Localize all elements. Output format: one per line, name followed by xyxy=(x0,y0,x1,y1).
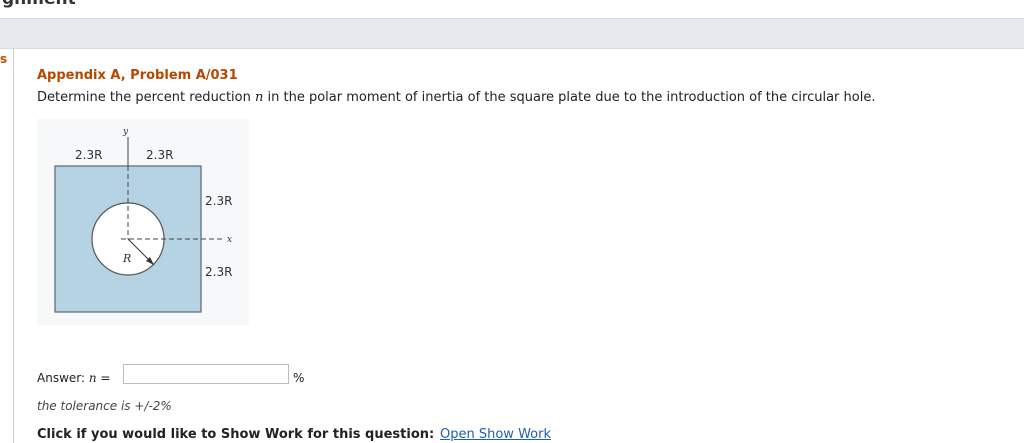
answer-input[interactable] xyxy=(123,364,289,384)
label-top-left: 2.3R xyxy=(75,148,102,162)
question-text-after: in the polar moment of inertia of the sq… xyxy=(263,90,876,105)
axis-x-label: x xyxy=(227,235,232,245)
plate-diagram: 2.3R 2.3R 2.3R 2.3R R y x xyxy=(37,119,249,325)
problem-figure: 2.3R 2.3R 2.3R 2.3R R y x xyxy=(37,119,249,325)
page-title-cut: gnment xyxy=(2,0,76,9)
answer-label-suffix: = xyxy=(96,371,111,385)
axis-y-label: y xyxy=(122,127,129,137)
side-marker: s xyxy=(0,52,8,66)
question-text-before: Determine the percent reduction xyxy=(37,90,255,105)
show-work-label: Click if you would like to Show Work for… xyxy=(37,427,435,442)
open-show-work-link[interactable]: Open Show Work xyxy=(440,427,551,442)
tolerance-note: the tolerance is +/-2% xyxy=(37,399,172,413)
problem-title: Appendix A, Problem A/031 xyxy=(37,68,238,83)
answer-label-prefix: Answer: xyxy=(37,371,89,385)
label-top-right: 2.3R xyxy=(146,148,173,162)
answer-unit: % xyxy=(293,371,305,385)
answer-variable: n xyxy=(88,371,97,385)
content-divider xyxy=(13,48,14,443)
label-radius: R xyxy=(122,252,131,265)
label-right-lower: 2.3R xyxy=(205,265,232,279)
answer-label: Answer: n = xyxy=(37,371,110,385)
page-header-title: gnment xyxy=(0,0,1024,12)
problem-question: Determine the percent reduction n in the… xyxy=(37,90,875,105)
toolbar-bar xyxy=(0,18,1024,49)
label-right-upper: 2.3R xyxy=(205,194,232,208)
